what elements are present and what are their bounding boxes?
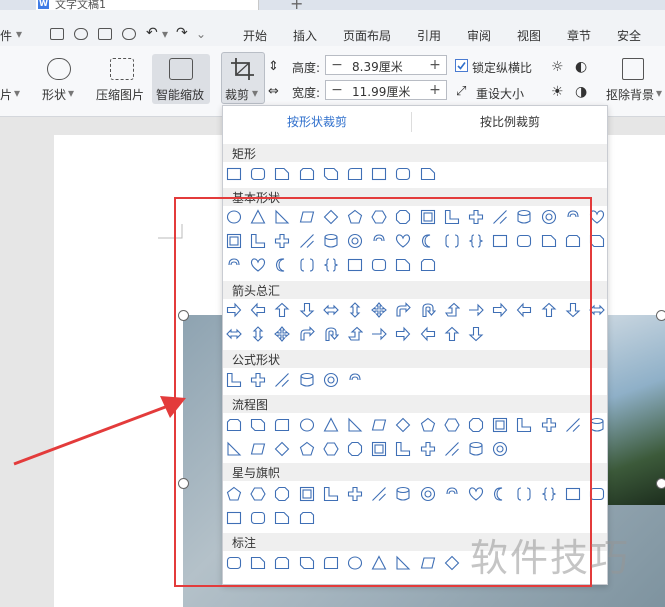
shape-thumbnail-icon <box>299 167 314 181</box>
shape-thumbnail-icon <box>323 167 338 181</box>
section-title-rectangle: 矩形 <box>232 147 257 161</box>
remove-background-dropdown-icon[interactable]: ▾ <box>656 86 662 100</box>
brightness-down-icon[interactable]: ☀ <box>551 84 564 100</box>
crop-shape-option[interactable] <box>274 166 290 182</box>
remove-background-button[interactable]: 抠除背景 <box>606 86 654 103</box>
partial-dropdown-icon[interactable]: ▾ <box>14 86 20 100</box>
crop-shape-option[interactable] <box>347 166 363 182</box>
contrast-up-icon[interactable]: ◐ <box>575 59 587 75</box>
shape-thumbnail-icon <box>251 167 266 181</box>
crop-button-label: 裁剪 <box>225 88 250 102</box>
resize-handle-middle-right[interactable] <box>656 478 665 489</box>
crop-dropdown-icon[interactable]: ▾ <box>252 86 258 100</box>
width-value[interactable]: 11.99厘米 <box>352 83 410 100</box>
section-header-rectangle <box>223 144 607 162</box>
watermark-text: 软件技巧 <box>470 536 631 580</box>
quick-access-more-icon[interactable]: ⌄ <box>196 27 206 41</box>
contrast-down-icon[interactable]: ◑ <box>575 84 587 100</box>
crop-shape-option[interactable] <box>420 166 436 182</box>
width-label: 宽度: <box>292 86 321 100</box>
shape-thumbnail-icon <box>372 167 387 181</box>
shape-thumbnail-icon <box>347 167 363 181</box>
menu-file-partial[interactable]: 件 <box>0 27 12 44</box>
height-field[interactable]: − 8.39厘米 + <box>325 55 447 75</box>
writer-doc-icon: W <box>38 0 49 9</box>
smart-scale-icon <box>169 58 193 80</box>
checkmark-icon <box>457 62 466 70</box>
lock-aspect-label: 锁定纵横比 <box>472 61 533 75</box>
compress-picture-button[interactable]: 压缩图片 <box>96 86 144 103</box>
height-icon: ⇕ <box>268 59 279 74</box>
preview-icon[interactable] <box>122 28 136 40</box>
export-icon[interactable] <box>74 28 88 40</box>
width-icon: ⇔ <box>268 84 279 99</box>
save-icon[interactable] <box>50 28 64 40</box>
undo-dropdown-icon[interactable]: ▾ <box>162 27 168 41</box>
shape-button-label[interactable]: 形状 <box>42 86 66 103</box>
ribbon-partial-label: 片 <box>0 88 13 102</box>
width-increase-button[interactable]: + <box>426 81 444 99</box>
crop-shape-option[interactable] <box>323 166 339 182</box>
remove-background-icon[interactable] <box>622 58 644 80</box>
shape-icon[interactable] <box>47 58 71 80</box>
print-icon[interactable] <box>98 28 112 40</box>
redo-icon[interactable]: ↷ <box>176 25 188 41</box>
shape-thumbnail-icon <box>420 167 435 181</box>
menu-dropdown-icon[interactable]: ▾ <box>16 27 22 41</box>
width-decrease-button[interactable]: − <box>328 81 346 99</box>
resize-handle-top-right[interactable] <box>656 310 665 321</box>
crop-shape-option[interactable] <box>395 166 411 182</box>
height-increase-button[interactable]: + <box>426 56 444 74</box>
tab-references[interactable]: 引用 <box>417 27 441 44</box>
tab-insert[interactable]: 插入 <box>293 27 317 44</box>
crop-shape-option[interactable] <box>299 166 315 182</box>
tab-security[interactable]: 安全 <box>617 27 641 44</box>
undo-icon[interactable]: ↶ <box>146 25 158 41</box>
width-field[interactable]: − 11.99厘米 + <box>325 80 447 100</box>
tab-page-layout[interactable]: 页面布局 <box>343 27 391 44</box>
crop-icon <box>231 58 254 80</box>
reset-size-button[interactable]: 重设大小 <box>476 85 524 102</box>
crop-shape-option[interactable] <box>226 166 242 182</box>
crop-shape-option[interactable] <box>250 166 266 182</box>
menu-bar: 件 ▾ ↶ ▾ ↷ ⌄ 开始 插入 页面布局 引用 审阅 视图 章节 安全 <box>0 10 665 47</box>
tab-home[interactable]: 开始 <box>243 27 267 44</box>
smart-scale-label: 智能缩放 <box>156 88 205 102</box>
tab-review[interactable]: 审阅 <box>467 27 491 44</box>
reset-size-icon[interactable]: ⤢ <box>456 84 466 99</box>
tab-chapter[interactable]: 章节 <box>567 27 591 44</box>
compress-picture-icon[interactable] <box>110 58 134 80</box>
pointer-arrow-icon <box>13 396 186 466</box>
crop-shape-option[interactable] <box>371 166 387 182</box>
picture-plant-region <box>605 315 665 505</box>
shape-thumbnail-icon <box>275 167 290 181</box>
height-value[interactable]: 8.39厘米 <box>352 58 403 75</box>
tab-crop-by-ratio[interactable]: 按比例裁剪 <box>412 106 608 138</box>
shape-thumbnail-icon <box>226 167 242 181</box>
tab-view[interactable]: 视图 <box>517 27 541 44</box>
brightness-up-icon[interactable]: ☼ <box>551 59 564 75</box>
height-decrease-button[interactable]: − <box>328 56 346 74</box>
lock-aspect-checkbox[interactable] <box>455 59 468 72</box>
height-label: 高度: <box>292 61 321 75</box>
shape-dropdown-icon[interactable]: ▾ <box>68 86 74 100</box>
tab-crop-by-shape[interactable]: 按形状裁剪 <box>222 106 412 138</box>
shape-thumbnail-icon <box>396 167 411 181</box>
